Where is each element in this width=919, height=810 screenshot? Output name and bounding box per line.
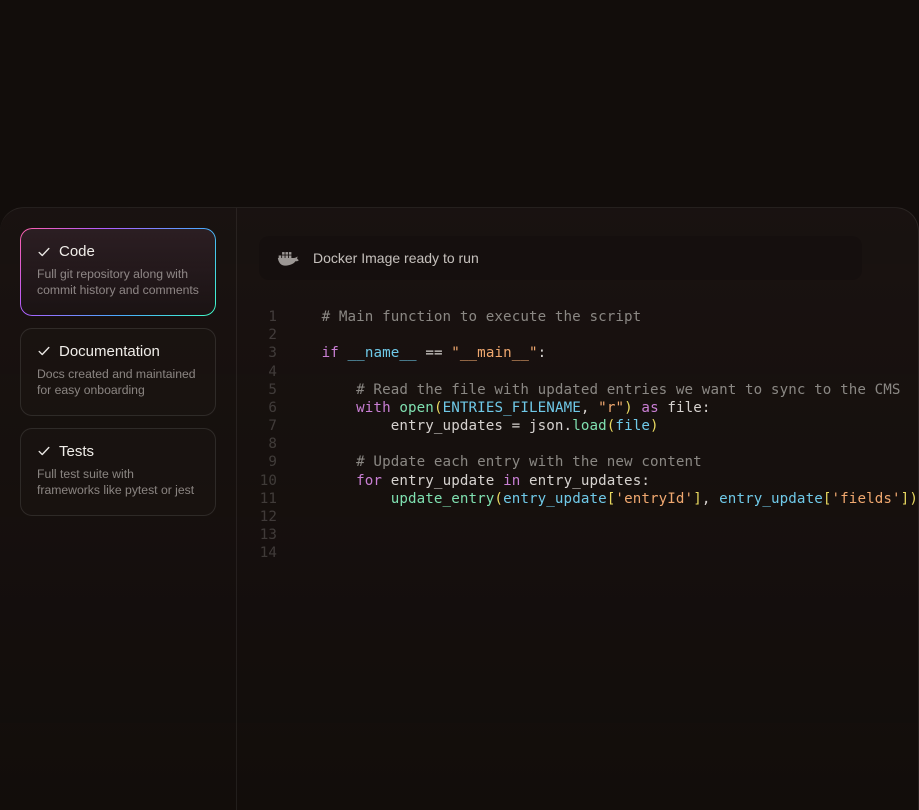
code-content: if __name__ == "__main__": bbox=[287, 344, 546, 362]
check-icon bbox=[37, 245, 51, 259]
code-content: # Main function to execute the script bbox=[287, 308, 641, 326]
docker-status-bar[interactable]: Docker Image ready to run bbox=[259, 236, 862, 280]
line-number: 1 bbox=[259, 308, 287, 326]
line-number: 13 bbox=[259, 526, 287, 544]
line-number: 6 bbox=[259, 399, 287, 417]
code-line: 7 entry_updates = json.load(file) bbox=[259, 417, 862, 435]
code-content: # Update each entry with the new content bbox=[287, 453, 702, 471]
code-line: 3 if __name__ == "__main__": bbox=[259, 344, 862, 362]
line-number: 9 bbox=[259, 453, 287, 471]
main-panel: Code Full git repository along with comm… bbox=[0, 207, 919, 810]
line-number: 2 bbox=[259, 326, 287, 344]
line-number: 8 bbox=[259, 435, 287, 453]
line-number: 12 bbox=[259, 508, 287, 526]
line-number: 14 bbox=[259, 544, 287, 562]
sidebar-item-title: Code bbox=[59, 243, 95, 260]
code-content: with open(ENTRIES_FILENAME, "r") as file… bbox=[287, 399, 711, 417]
sidebar-item-code[interactable]: Code Full git repository along with comm… bbox=[20, 228, 216, 316]
code-content: for entry_update in entry_updates: bbox=[287, 472, 650, 490]
code-line: 12 bbox=[259, 508, 862, 526]
code-content bbox=[287, 363, 296, 381]
code-line: 10 for entry_update in entry_updates: bbox=[259, 472, 862, 490]
code-line: 6 with open(ENTRIES_FILENAME, "r") as fi… bbox=[259, 399, 862, 417]
code-content bbox=[287, 326, 296, 344]
line-number: 7 bbox=[259, 417, 287, 435]
check-icon bbox=[37, 444, 51, 458]
line-number: 11 bbox=[259, 490, 287, 508]
sidebar-item-documentation[interactable]: Documentation Docs created and maintaine… bbox=[20, 328, 216, 416]
code-line: 8 bbox=[259, 435, 862, 453]
sidebar-item-desc: Full test suite with frameworks like pyt… bbox=[37, 466, 199, 499]
line-number: 5 bbox=[259, 381, 287, 399]
docker-status-text: Docker Image ready to run bbox=[313, 250, 479, 266]
code-content bbox=[287, 544, 296, 562]
check-icon bbox=[37, 344, 51, 358]
sidebar-item-title: Documentation bbox=[59, 343, 160, 360]
code-content: update_entry(entry_update['entryId'], en… bbox=[287, 490, 918, 508]
code-editor[interactable]: 1 # Main function to execute the script2… bbox=[259, 308, 862, 562]
code-content bbox=[287, 526, 296, 544]
line-number: 4 bbox=[259, 363, 287, 381]
code-line: 9 # Update each entry with the new conte… bbox=[259, 453, 862, 471]
line-number: 10 bbox=[259, 472, 287, 490]
code-line: 13 bbox=[259, 526, 862, 544]
sidebar-item-desc: Docs created and maintained for easy onb… bbox=[37, 366, 199, 399]
code-content: entry_updates = json.load(file) bbox=[287, 417, 659, 435]
code-line: 4 bbox=[259, 363, 862, 381]
code-line: 14 bbox=[259, 544, 862, 562]
sidebar: Code Full git repository along with comm… bbox=[0, 208, 237, 810]
docker-icon bbox=[277, 249, 299, 267]
code-content bbox=[287, 435, 296, 453]
sidebar-item-desc: Full git repository along with commit hi… bbox=[37, 266, 199, 299]
code-line: 2 bbox=[259, 326, 862, 344]
sidebar-item-title: Tests bbox=[59, 443, 94, 460]
code-line: 1 # Main function to execute the script bbox=[259, 308, 862, 326]
main-area: Docker Image ready to run 1 # Main funct… bbox=[237, 208, 918, 810]
code-line: 11 update_entry(entry_update['entryId'],… bbox=[259, 490, 862, 508]
sidebar-item-tests[interactable]: Tests Full test suite with frameworks li… bbox=[20, 428, 216, 516]
line-number: 3 bbox=[259, 344, 287, 362]
code-line: 5 # Read the file with updated entries w… bbox=[259, 381, 862, 399]
code-content: # Read the file with updated entries we … bbox=[287, 381, 901, 399]
code-content bbox=[287, 508, 296, 526]
